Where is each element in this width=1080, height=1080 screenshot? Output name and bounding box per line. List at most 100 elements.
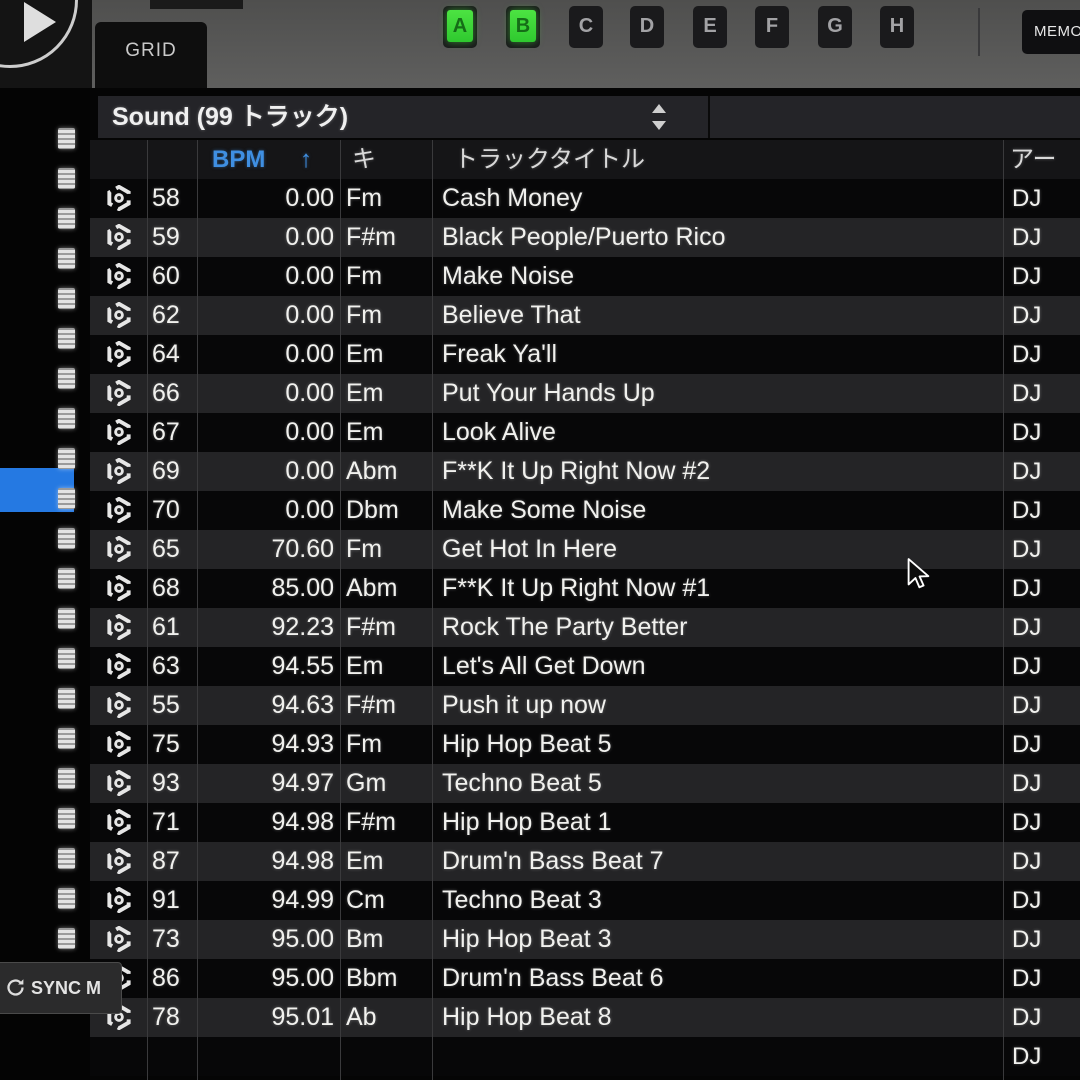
cell-track-number: 93 <box>152 764 180 803</box>
cell-artist: DJ <box>1012 335 1041 374</box>
cell-key: Ab <box>346 998 377 1037</box>
cell-title: Make Some Noise <box>442 491 646 530</box>
hotcue-button-d[interactable]: D <box>630 6 664 48</box>
track-icon <box>106 653 132 679</box>
cell-bpm <box>200 1037 334 1076</box>
cell-track-number: 68 <box>152 569 180 608</box>
cell-title: Freak Ya'll <box>442 335 557 374</box>
cell-key: Fm <box>346 179 382 218</box>
cell-key: Em <box>346 842 384 881</box>
cell-track-number: 71 <box>152 803 180 842</box>
cell-track-number: 63 <box>152 647 180 686</box>
hotcue-button-h[interactable]: H <box>880 6 914 48</box>
cell-artist: DJ <box>1012 296 1041 335</box>
table-row[interactable]: 7395.00BmHip Hop Beat 3DJ <box>90 920 1080 959</box>
table-row[interactable]: 670.00EmLook AliveDJ <box>90 413 1080 452</box>
table-row[interactable]: 640.00EmFreak Ya'llDJ <box>90 335 1080 374</box>
table-row[interactable]: 5594.63F#mPush it up nowDJ <box>90 686 1080 725</box>
track-icon <box>106 341 132 367</box>
table-row[interactable]: 600.00FmMake NoiseDJ <box>90 257 1080 296</box>
column-header-key[interactable]: キ <box>352 140 376 179</box>
cell-bpm: 94.97 <box>200 764 334 803</box>
hotcue-letter: D <box>630 6 664 44</box>
column-header-artist[interactable]: アー <box>1010 140 1057 179</box>
playlist-count-badge <box>58 688 75 709</box>
cell-key: Fm <box>346 296 382 335</box>
cell-title: Push it up now <box>442 686 606 725</box>
header-divider <box>708 96 710 138</box>
table-row[interactable]: 6192.23F#mRock The Party BetterDJ <box>90 608 1080 647</box>
column-header-title[interactable]: トラックタイトル <box>454 140 645 179</box>
table-row[interactable]: 9194.99CmTechno Beat 3DJ <box>90 881 1080 920</box>
cell-title: Techno Beat 5 <box>442 764 602 803</box>
cell-artist: DJ <box>1012 452 1041 491</box>
tab-grid[interactable]: GRID <box>95 22 207 88</box>
table-row[interactable]: 580.00FmCash MoneyDJ <box>90 179 1080 218</box>
cell-track-number: 62 <box>152 296 180 335</box>
hotcue-button-g[interactable]: G <box>818 6 852 48</box>
hotcue-button-b[interactable]: B <box>506 6 540 48</box>
cell-title: Put Your Hands Up <box>442 374 655 413</box>
mouse-cursor-icon <box>905 558 932 591</box>
cell-key: Em <box>346 335 384 374</box>
cell-bpm: 0.00 <box>200 491 334 530</box>
cell-key: Em <box>346 374 384 413</box>
playlist-title: Sound (99 トラック) <box>112 96 348 138</box>
play-icon <box>24 2 56 42</box>
table-row[interactable]: 700.00DbmMake Some NoiseDJ <box>90 491 1080 530</box>
sync-master-button[interactable]: SYNC M <box>0 962 122 1014</box>
sort-toggle-icon[interactable] <box>650 103 668 131</box>
table-row[interactable]: 620.00FmBelieve ThatDJ <box>90 296 1080 335</box>
cell-artist: DJ <box>1012 920 1041 959</box>
cell-title: Drum'n Bass Beat 6 <box>442 959 664 998</box>
cell-artist: DJ <box>1012 725 1041 764</box>
cell-key: F#m <box>346 218 396 257</box>
cell-bpm: 85.00 <box>200 569 334 608</box>
playlist-count-badge <box>58 928 75 949</box>
column-divider <box>1003 140 1004 1080</box>
track-icon <box>106 731 132 757</box>
cell-bpm: 0.00 <box>200 218 334 257</box>
hotcue-letter: B <box>506 6 540 44</box>
table-row[interactable]: 8695.00BbmDrum'n Bass Beat 6DJ <box>90 959 1080 998</box>
table-row[interactable]: 7895.01AbHip Hop Beat 8DJ <box>90 998 1080 1037</box>
table-row[interactable]: 9394.97GmTechno Beat 5DJ <box>90 764 1080 803</box>
cell-key: Em <box>346 647 384 686</box>
cell-bpm: 94.63 <box>200 686 334 725</box>
cell-key: Fm <box>346 725 382 764</box>
hotcue-button-c[interactable]: C <box>569 6 603 48</box>
table-row[interactable]: 660.00EmPut Your Hands UpDJ <box>90 374 1080 413</box>
track-icon <box>106 263 132 289</box>
playlist-count-badge <box>58 328 75 349</box>
table-row[interactable]: 6394.55EmLet's All Get DownDJ <box>90 647 1080 686</box>
table-row[interactable]: 590.00F#mBlack People/Puerto RicoDJ <box>90 218 1080 257</box>
cell-artist: DJ <box>1012 218 1041 257</box>
hotcue-button-e[interactable]: E <box>693 6 727 48</box>
cell-track-number: 86 <box>152 959 180 998</box>
hotcue-button-a[interactable]: A <box>443 6 477 48</box>
cell-track-number: 87 <box>152 842 180 881</box>
playlist-count-badge <box>58 848 75 869</box>
playlist-header-bar[interactable]: Sound (99 トラック) <box>98 96 1080 138</box>
track-icon <box>106 497 132 523</box>
cell-title: Believe That <box>442 296 581 335</box>
table-row[interactable]: 7194.98F#mHip Hop Beat 1DJ <box>90 803 1080 842</box>
cell-key: Em <box>346 413 384 452</box>
track-icon <box>106 809 132 835</box>
cell-key: F#m <box>346 686 396 725</box>
hotcue-button-f[interactable]: F <box>755 6 789 48</box>
playlist-count-badge <box>58 288 75 309</box>
cell-artist: DJ <box>1012 1037 1041 1076</box>
cell-track-number: 58 <box>152 179 180 218</box>
track-icon <box>106 926 132 952</box>
table-row[interactable]: DJ <box>90 1037 1080 1076</box>
table-row[interactable]: 7594.93FmHip Hop Beat 5DJ <box>90 725 1080 764</box>
cell-bpm: 94.93 <box>200 725 334 764</box>
table-row[interactable]: 690.00AbmF**K It Up Right Now #2DJ <box>90 452 1080 491</box>
cell-key: Dbm <box>346 491 399 530</box>
column-header-bpm[interactable]: BPM <box>212 140 265 179</box>
cell-bpm: 95.00 <box>200 959 334 998</box>
table-row[interactable]: 8794.98EmDrum'n Bass Beat 7DJ <box>90 842 1080 881</box>
track-icon <box>106 380 132 406</box>
memo-button[interactable]: MEMO <box>1022 10 1080 54</box>
